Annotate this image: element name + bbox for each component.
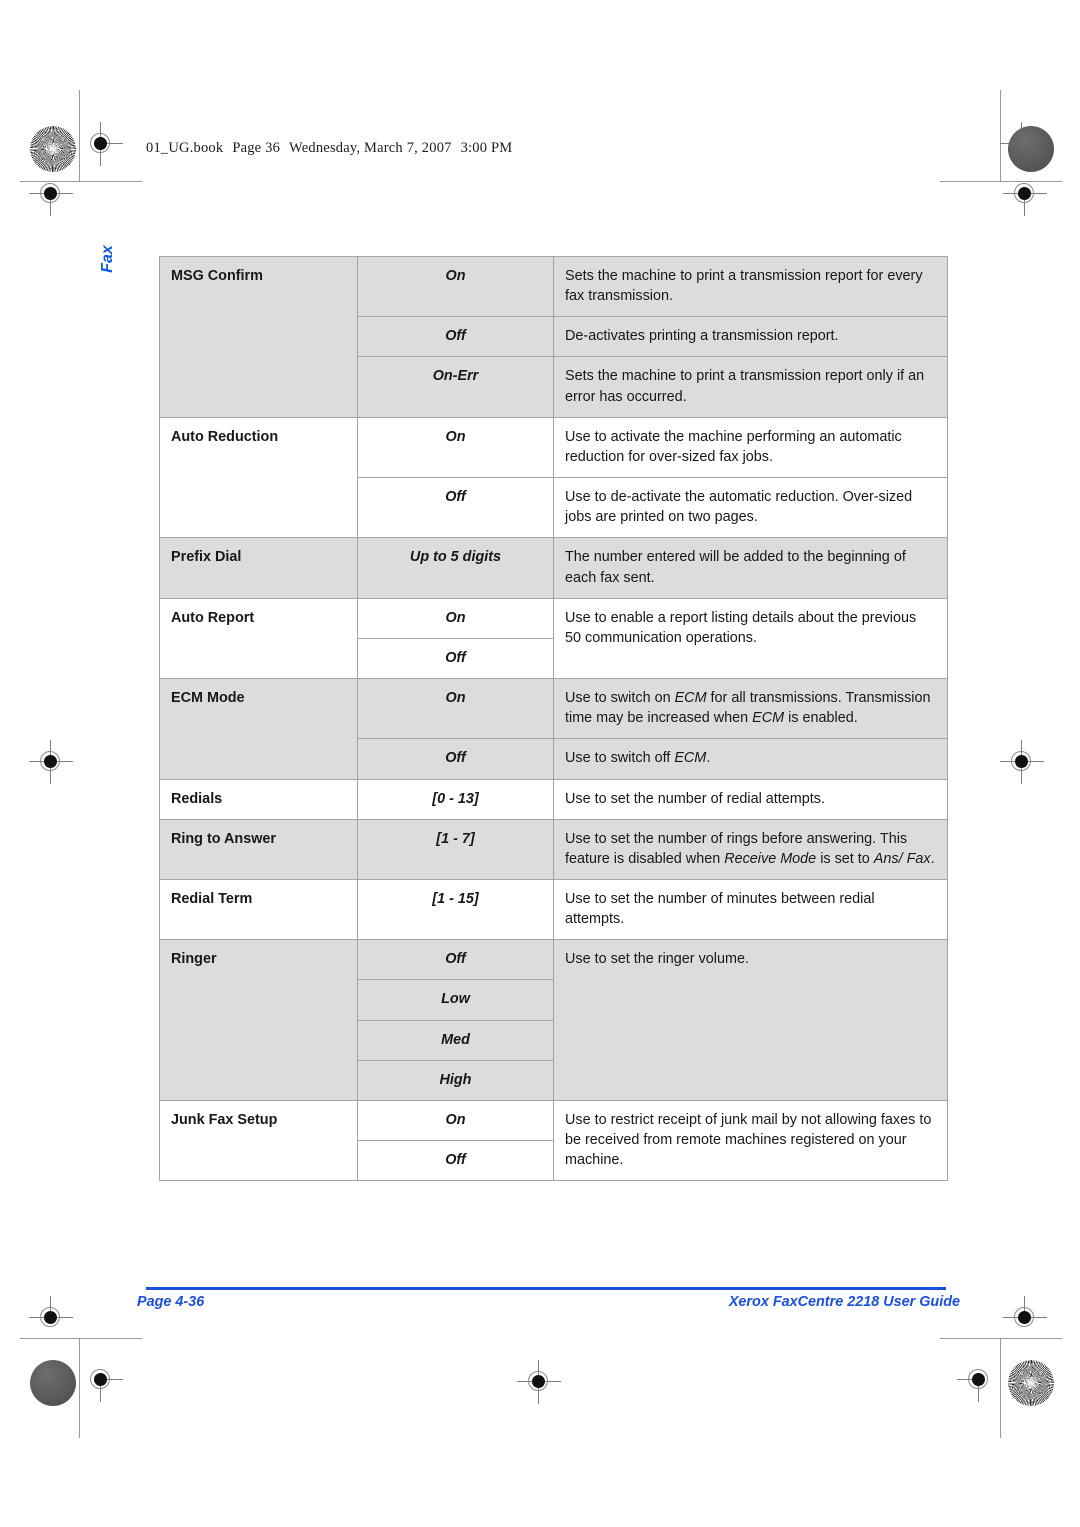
table-row: MSG Confirm On Sets the machine to print a…: [159, 255, 948, 418]
option-value-cell: [0 - 13]: [357, 778, 554, 820]
description-cell: Use to set the number of redial attempts…: [553, 778, 948, 820]
option-value-cell: On: [357, 678, 554, 740]
table-row: Redial Term [1 - 15] Use to set the number…: [159, 878, 948, 941]
description-cell: Use to switch on ECM for all transmissio…: [553, 678, 948, 740]
registration-target-icon: [517, 1360, 561, 1404]
feature-name-cell: Prefix Dial: [159, 537, 358, 599]
trim-line-bottom-right-horizontal: [940, 1338, 1062, 1339]
registration-target-icon: [957, 1358, 1001, 1402]
chapter-side-tab: Fax: [99, 245, 116, 273]
registration-target-icon: [1000, 122, 1044, 166]
running-header-page-marker: Page 36: [232, 140, 281, 156]
option-value-cell: Low: [357, 979, 554, 1021]
trim-line-top-left-horizontal: [20, 181, 142, 182]
trim-line-top-right-vertical: [1000, 90, 1001, 182]
description-cell: Use to restrict receipt of junk mail by …: [553, 1099, 948, 1182]
registration-target-icon: [79, 1358, 123, 1402]
option-value-cell: Up to 5 digits: [357, 537, 554, 599]
description-cell: Use to set the number of minutes between…: [553, 878, 948, 941]
option-value-cell: Off: [357, 637, 554, 680]
trim-line-top-right-horizontal: [940, 181, 1062, 182]
trim-line-top-left-vertical: [79, 90, 80, 182]
trim-line-bottom-left-vertical: [79, 1338, 80, 1438]
registration-target-icon: [29, 740, 73, 784]
running-header-file: 01_UG.book: [146, 140, 224, 156]
option-value-cell: On: [357, 1099, 554, 1142]
registration-target-icon: [29, 1296, 73, 1340]
registration-target-icon: [1003, 1296, 1047, 1340]
registration-target-icon: [79, 122, 123, 166]
table-row: Auto Reduction On Use to activate the mach…: [159, 416, 948, 539]
description-cell: Use to de-activate the automatic reducti…: [553, 477, 948, 539]
option-value-cell: [1 - 7]: [357, 818, 554, 880]
table-row: ECM Mode On Use to switch on ECM for all t…: [159, 678, 948, 780]
fax-settings-table-body: MSG Confirm On Sets the machine to print a…: [159, 255, 948, 1182]
description-cell: De-activates printing a transmission rep…: [553, 316, 948, 358]
option-value-cell: High: [357, 1059, 554, 1101]
density-patch-icon: [1008, 126, 1054, 172]
option-value-cell: On-Err: [357, 356, 554, 418]
option-value-cell: On: [357, 416, 554, 479]
table-row: Prefix Dial Up to 5 digits The number ente…: [159, 537, 948, 599]
description-cell: Use to enable a report listing details a…: [553, 597, 948, 680]
option-value-cell: Off: [357, 477, 554, 539]
footer-divider: [146, 1287, 946, 1290]
feature-name-cell: Ringer: [159, 939, 358, 1101]
option-value-cell: Off: [357, 316, 554, 358]
footer-guide-title: Xerox FaxCentre 2218 User Guide: [728, 1294, 960, 1310]
table-row: Ring to Answer [1 - 7] Use to set the numb…: [159, 818, 948, 880]
description-cell: Sets the machine to print a transmission…: [553, 356, 948, 418]
fax-settings-table: MSG Confirm On Sets the machine to print a…: [159, 255, 948, 1182]
option-value-cell: Off: [357, 738, 554, 780]
description-cell: The number entered will be added to the …: [553, 537, 948, 599]
fax-settings-table-wrapper: MSG Confirm On Sets the machine to print a…: [159, 255, 948, 1182]
option-value-cell: On: [357, 255, 554, 318]
feature-name-cell: Auto Report: [159, 597, 358, 680]
feature-name-cell: MSG Confirm: [159, 256, 358, 418]
table-row: Auto Report On Use to enable a report list…: [159, 597, 948, 680]
feature-name-cell: Auto Reduction: [159, 416, 358, 539]
option-value-cell: Med: [357, 1019, 554, 1061]
description-cell: Use to set the ringer volume.: [553, 939, 948, 1101]
feature-name-cell: ECM Mode: [159, 678, 358, 780]
running-header: 01_UG.book Page 36 Wednesday, March 7, 200…: [146, 140, 521, 157]
moire-star-target-icon: [30, 126, 76, 172]
option-value-cell: Off: [357, 939, 554, 981]
option-value-cell: Off: [357, 1140, 554, 1182]
footer-page-number: Page 4-36: [137, 1294, 205, 1310]
table-row: Redials [0 - 13] Use to set the number of …: [159, 778, 948, 820]
trim-line-bottom-right-vertical: [1000, 1338, 1001, 1438]
registration-target-icon: [29, 172, 73, 216]
registration-target-icon: [1003, 172, 1047, 216]
trim-line-bottom-left-horizontal: [20, 1338, 142, 1339]
feature-name-cell: Junk Fax Setup: [159, 1099, 358, 1182]
feature-name-cell: Ring to Answer: [159, 818, 358, 880]
option-value-cell: [1 - 15]: [357, 878, 554, 941]
table-row: Junk Fax Setup On Use to restrict receipt …: [159, 1099, 948, 1182]
option-value-cell: On: [357, 597, 554, 639]
description-cell: Use to set the number of rings before an…: [553, 818, 948, 880]
density-patch-icon: [30, 1360, 76, 1406]
registration-target-icon: [1000, 740, 1044, 784]
description-cell: Sets the machine to print a transmission…: [553, 255, 948, 318]
table-row: Ringer Off Use to set the ringer volume.: [159, 939, 948, 1101]
description-cell: Use to switch off ECM.: [553, 738, 948, 780]
running-header-date: Wednesday, March 7, 2007: [289, 140, 452, 156]
moire-star-target-icon: [1008, 1360, 1054, 1406]
description-cell: Use to activate the machine performing a…: [553, 416, 948, 479]
running-header-time: 3:00 PM: [460, 140, 513, 156]
feature-name-cell: Redial Term: [159, 878, 358, 941]
feature-name-cell: Redials: [159, 778, 358, 820]
